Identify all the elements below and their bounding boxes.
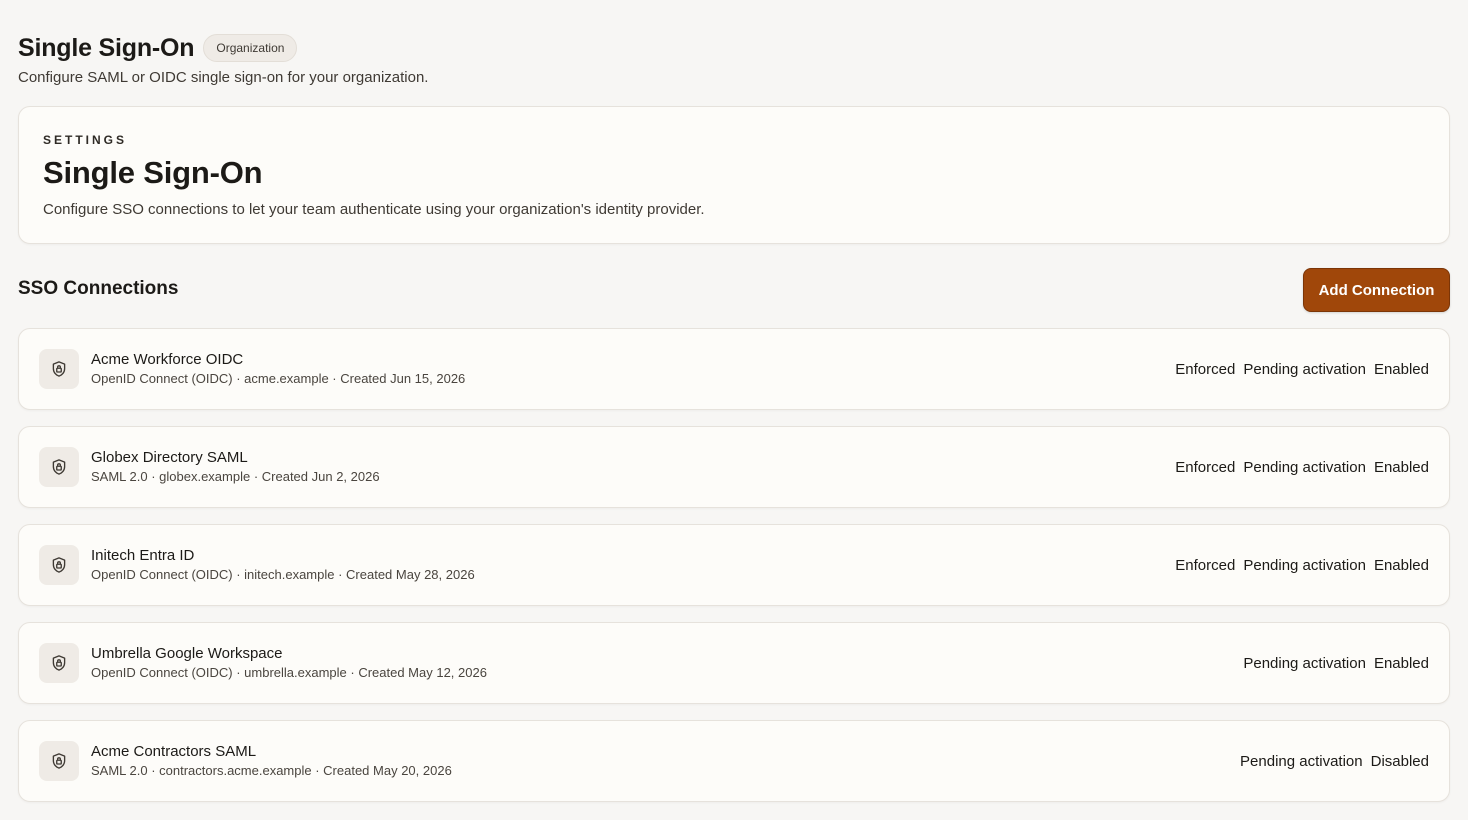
status-enabled: Enabled bbox=[1373, 360, 1429, 378]
page-title: Single Sign-On bbox=[18, 33, 195, 62]
connection-status-tags: Enforced Pending activation Enabled bbox=[1175, 459, 1429, 476]
connection-name: Acme Contractors SAML bbox=[91, 743, 257, 760]
connection-name: Globex Directory SAML bbox=[91, 449, 248, 466]
shield-lock-icon bbox=[39, 545, 79, 585]
connection-row[interactable]: Umbrella Google Workspace OpenID Connect… bbox=[18, 622, 1450, 704]
connection-name: Initech Entra ID bbox=[91, 547, 195, 564]
connection-meta: OpenID Connect (OIDC) · acme.example · C… bbox=[91, 371, 466, 386]
page-header: Single Sign-On Organization Configure SA… bbox=[18, 33, 918, 87]
shield-lock-icon bbox=[39, 643, 79, 683]
shield-lock-icon bbox=[39, 741, 79, 781]
sso-connections-heading: SSO Connections bbox=[18, 278, 179, 299]
status-activation: Pending activation bbox=[1243, 360, 1366, 378]
connection-row[interactable]: Acme Contractors SAML SAML 2.0 · contrac… bbox=[18, 720, 1450, 802]
connection-text: Initech Entra ID OpenID Connect (OIDC) ·… bbox=[91, 547, 1175, 583]
connection-meta: SAML 2.0 · contractors.acme.example · Cr… bbox=[91, 763, 452, 778]
connection-meta: OpenID Connect (OIDC) · umbrella.example… bbox=[91, 665, 487, 680]
status-enforced: Enforced bbox=[1175, 556, 1236, 574]
settings-title: Single Sign-On bbox=[43, 155, 263, 190]
connection-status-tags: Pending activation Disabled bbox=[1240, 753, 1429, 770]
connection-row[interactable]: Initech Entra ID OpenID Connect (OIDC) ·… bbox=[18, 524, 1450, 606]
connection-name: Umbrella Google Workspace bbox=[91, 645, 283, 662]
status-enforced: Enforced bbox=[1175, 458, 1236, 476]
status-enabled: Enabled bbox=[1373, 458, 1429, 476]
connection-row[interactable]: Acme Workforce OIDC OpenID Connect (OIDC… bbox=[18, 328, 1450, 410]
add-connection-button[interactable]: Add Connection bbox=[1303, 268, 1450, 312]
connection-text: Acme Contractors SAML SAML 2.0 · contrac… bbox=[91, 743, 1240, 779]
status-enabled: Enabled bbox=[1373, 654, 1429, 672]
connection-name: Acme Workforce OIDC bbox=[91, 351, 244, 368]
title-row: Single Sign-On Organization bbox=[18, 33, 918, 63]
status-enforced: Enforced bbox=[1175, 360, 1236, 378]
shield-lock-icon bbox=[39, 349, 79, 389]
connection-status-tags: Enforced Pending activation Enabled bbox=[1175, 557, 1429, 574]
status-activation: Pending activation bbox=[1243, 556, 1366, 574]
connection-row[interactable]: Globex Directory SAML SAML 2.0 · globex.… bbox=[18, 426, 1450, 508]
connection-list: Acme Workforce OIDC OpenID Connect (OIDC… bbox=[18, 328, 1450, 818]
page-subtitle: Configure SAML or OIDC single sign-on fo… bbox=[18, 69, 429, 86]
status-activation: Pending activation bbox=[1243, 458, 1366, 476]
connection-status-tags: Enforced Pending activation Enabled bbox=[1175, 361, 1429, 378]
organization-badge: Organization bbox=[203, 34, 298, 62]
connection-meta: OpenID Connect (OIDC) · initech.example … bbox=[91, 567, 475, 582]
sso-settings-page: Single Sign-On Organization Configure SA… bbox=[0, 0, 1468, 820]
connection-text: Globex Directory SAML SAML 2.0 · globex.… bbox=[91, 449, 1175, 485]
settings-description: Configure SSO connections to let your te… bbox=[43, 201, 705, 218]
status-enabled: Enabled bbox=[1373, 556, 1429, 574]
status-activation: Pending activation bbox=[1243, 654, 1366, 672]
settings-eyebrow: SETTINGS bbox=[43, 133, 128, 147]
connection-status-tags: Pending activation Enabled bbox=[1243, 655, 1429, 672]
settings-card: SETTINGS Single Sign-On Configure SSO co… bbox=[18, 106, 1450, 244]
shield-lock-icon bbox=[39, 447, 79, 487]
connection-text: Umbrella Google Workspace OpenID Connect… bbox=[91, 645, 1243, 681]
status-activation: Pending activation bbox=[1240, 752, 1363, 770]
status-disabled: Disabled bbox=[1370, 752, 1429, 770]
connection-text: Acme Workforce OIDC OpenID Connect (OIDC… bbox=[91, 351, 1175, 387]
connection-meta: SAML 2.0 · globex.example · Created Jun … bbox=[91, 469, 380, 484]
